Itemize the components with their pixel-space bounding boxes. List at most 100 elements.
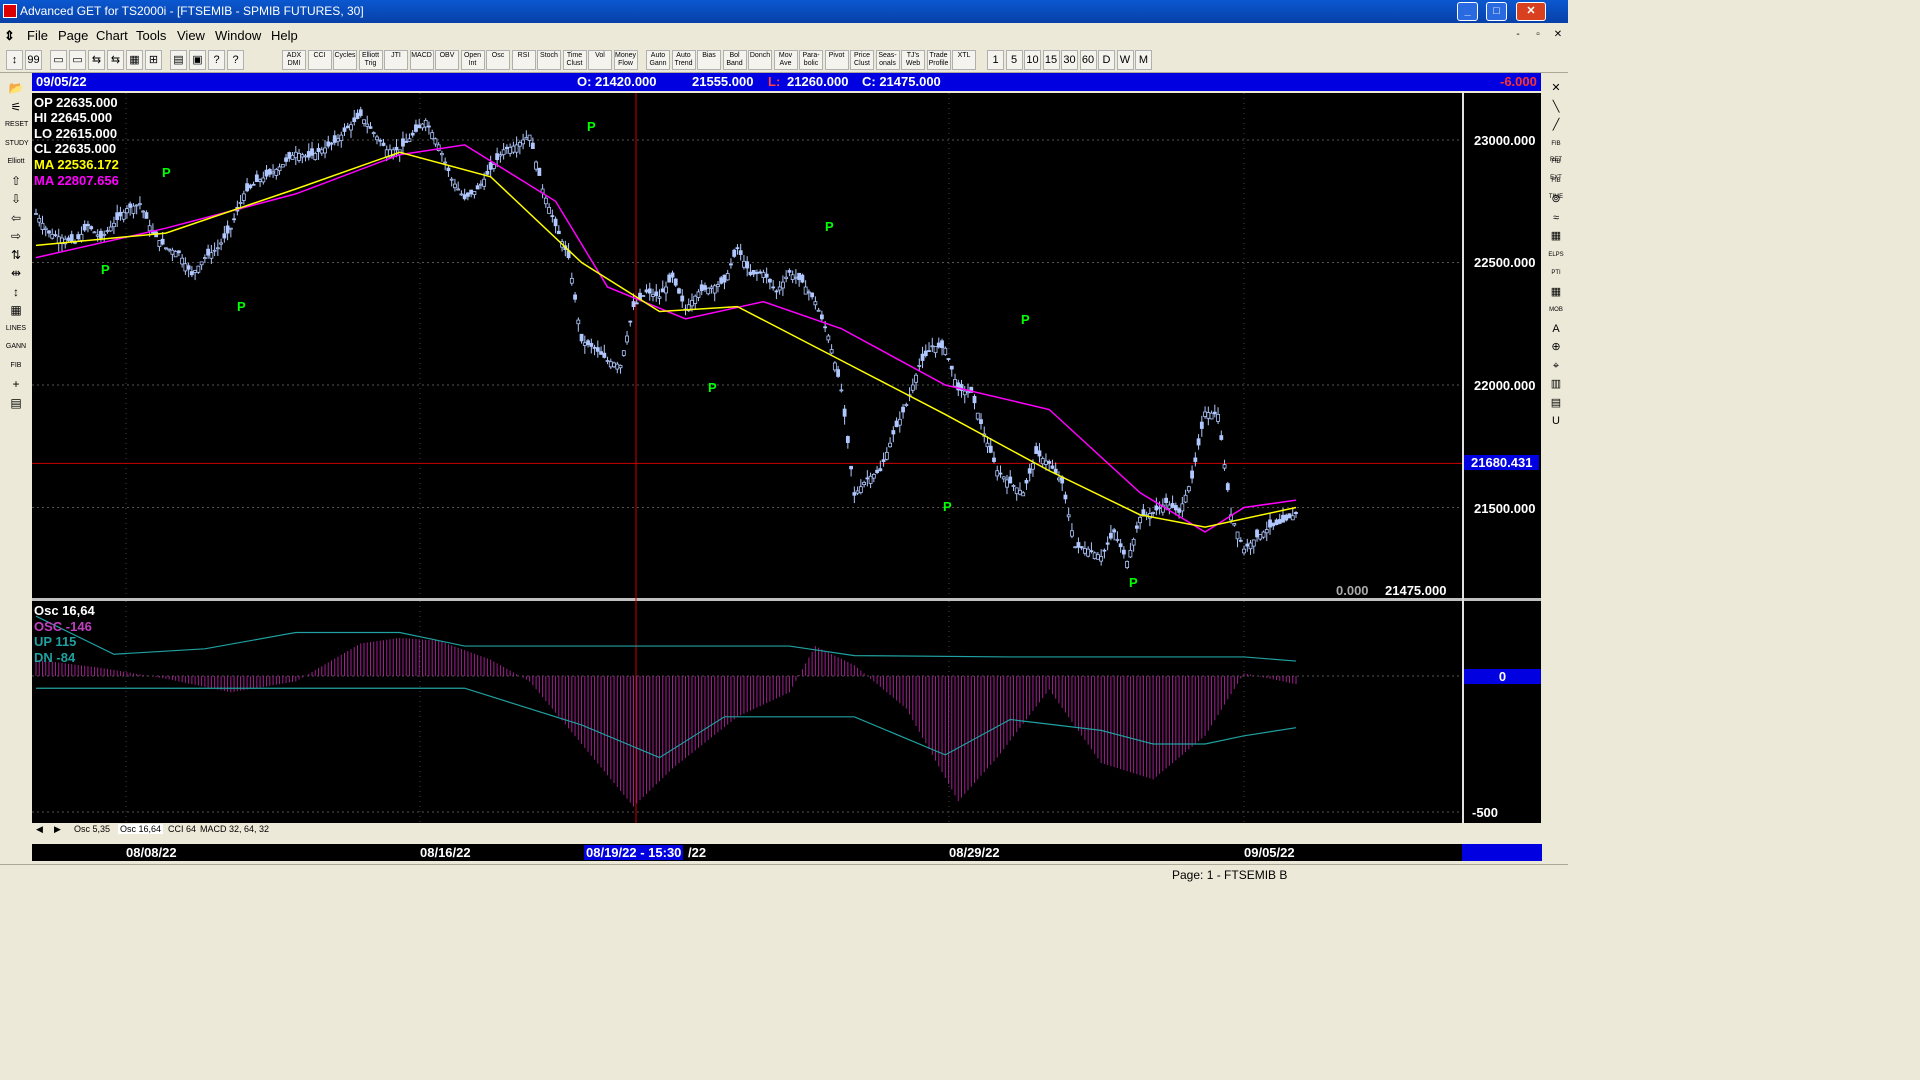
interval-button-15[interactable]: 15 [1042,50,1060,70]
right-tool-button[interactable]: ✕ [1547,80,1565,96]
toolbar-icon-button[interactable]: ▭ [50,50,67,70]
toolbar-icon-button[interactable]: ▣ [189,50,206,70]
study-button-money-flow[interactable]: Money Flow [613,50,638,70]
tool-button-donch[interactable]: Donch [748,50,772,70]
toolbar-icon-button[interactable]: ⊞ [145,50,162,70]
interval-button-m[interactable]: M [1135,50,1152,70]
tool-button-seas-onals[interactable]: Seas- onals [875,50,900,70]
left-tool-button[interactable]: GANN [5,339,27,355]
tool-button-pivot[interactable]: Pivot [824,50,849,70]
right-tool-button[interactable]: ELPS [1547,247,1565,263]
left-tool-button[interactable]: LINES [5,321,27,337]
right-tool-button[interactable]: ⊚ [1547,191,1565,207]
study-button-elliott-trig[interactable]: Elliott Trig [358,50,383,70]
right-tool-button[interactable]: ≈ [1547,210,1565,226]
right-tool-button[interactable]: A [1547,321,1565,337]
left-tool-button[interactable]: ⇅ [5,247,27,263]
minimize-button[interactable]: _ [1457,2,1478,21]
left-tool-button[interactable]: RESET [5,117,28,133]
tool-button-bol-band[interactable]: Bol Band [722,50,747,70]
tool-button-xtl[interactable]: XTL [952,50,976,70]
toolbar-icon-button[interactable]: ▤ [170,50,187,70]
menu-help[interactable]: Help [271,28,298,43]
toolbar-icon-button[interactable]: ↕ [6,50,23,70]
tab-cci-64[interactable]: CCI 64 [168,824,196,834]
right-tool-button[interactable]: U [1547,413,1565,429]
left-tool-button[interactable]: + [5,376,27,392]
left-tool-button[interactable]: 📂 [5,80,27,96]
toolbar-icon-button[interactable]: ⇆ [88,50,105,70]
left-tool-button[interactable]: ↕ [5,284,27,300]
right-tool-button[interactable]: FIB EXT [1547,154,1565,181]
mdi-close-button[interactable]: ✕ [1550,27,1566,43]
study-button-rsi[interactable]: RSI [511,50,536,70]
left-tool-button[interactable]: ⇧ [5,173,27,189]
chart-canvas[interactable] [32,93,1541,823]
right-tool-button[interactable]: FIB RET [1547,136,1565,163]
toolbar-icon-button[interactable]: ? [208,50,225,70]
right-tool-button[interactable]: ▦ [1547,228,1565,244]
tab-scroll-left-button[interactable]: ◀ [36,824,43,835]
tool-button-bias[interactable]: Bias [697,50,721,70]
tool-button-tj-s-web[interactable]: TJ's Web [901,50,925,70]
study-button-osc[interactable]: Osc [486,50,510,70]
toolbar-icon-button[interactable]: ? [227,50,244,70]
tab-macd[interactable]: MACD 32, 64, 32 [200,824,269,834]
interval-button-d[interactable]: D [1098,50,1115,70]
left-tool-button[interactable]: FIB [5,358,27,374]
left-tool-button[interactable]: ⇨ [5,228,27,244]
tool-button-trade-profile[interactable]: Trade Profile [926,50,951,70]
right-tool-button[interactable]: ▤ [1547,395,1565,411]
tool-button-para-bolic[interactable]: Para- bolic [799,50,823,70]
study-button-stoch[interactable]: Stoch [537,50,561,70]
tab-osc-5-35[interactable]: Osc 5,35 [74,824,110,834]
right-tool-button[interactable]: ╱ [1547,117,1565,133]
close-button[interactable]: ✕ [1516,2,1546,21]
menu-view[interactable]: View [177,28,205,43]
tab-osc-16-64[interactable]: Osc 16,64 [118,824,164,834]
menu-page[interactable]: Page [58,28,88,43]
tool-button-price-clust[interactable]: Price Clust [850,50,874,70]
interval-button-w[interactable]: W [1116,50,1134,70]
study-button-obv[interactable]: OBV [435,50,459,70]
app-menu-icon[interactable]: ⇕ [4,28,15,44]
left-tool-button[interactable]: Elliott [5,154,27,170]
menu-tools[interactable]: Tools [136,28,166,43]
mdi-minimize-button[interactable]: - [1510,27,1526,43]
toolbar-icon-button[interactable]: ▦ [126,50,143,70]
left-tool-button[interactable]: ⇦ [5,210,27,226]
tool-button-mov-ave[interactable]: Mov Ave [773,50,798,70]
maximize-button[interactable]: □ [1486,2,1507,21]
interval-button-10[interactable]: 10 [1024,50,1041,70]
right-tool-button[interactable]: FIB TIME [1547,173,1565,200]
left-tool-button[interactable]: ⚟ [5,99,27,115]
study-button-vol[interactable]: Vol [588,50,612,70]
right-tool-button[interactable]: ▦ [1547,284,1565,300]
study-button-adx-dmi[interactable]: ADX DMI [282,50,306,70]
right-tool-button[interactable]: MOB [1547,302,1565,318]
right-tool-button[interactable]: PTI [1547,265,1565,281]
menu-window[interactable]: Window [215,28,261,43]
right-tool-button[interactable]: ▥ [1547,376,1565,392]
tool-button-auto-gann[interactable]: Auto Gann [646,50,670,70]
study-button-macd[interactable]: MACD [409,50,434,70]
interval-button-5[interactable]: 5 [1005,50,1023,70]
study-button-jti[interactable]: JTI [384,50,408,70]
study-button-time-clust[interactable]: Time Clust [562,50,587,70]
right-tool-button[interactable]: ⊕ [1547,339,1565,355]
menu-file[interactable]: File [27,28,48,43]
left-tool-button[interactable]: STUDY [5,136,29,152]
mdi-restore-button[interactable]: ▫ [1530,27,1546,43]
toolbar-icon-button[interactable]: ▭ [69,50,86,70]
tab-scroll-right-button[interactable]: ▶ [54,824,61,835]
menu-chart[interactable]: Chart [96,28,128,43]
interval-button-30[interactable]: 30 [1061,50,1078,70]
chart-area[interactable]: OP 22635.000 HI 22645.000 LO 22615.000 C… [32,93,1541,823]
interval-button-60[interactable]: 60 [1079,50,1097,70]
left-tool-button[interactable]: ⇩ [5,191,27,207]
toolbar-icon-button[interactable]: 99 [25,50,42,70]
left-tool-button[interactable]: ▦ [5,302,27,318]
right-tool-button[interactable]: ⌖ [1547,358,1565,374]
left-tool-button[interactable]: ▤ [5,395,27,411]
study-button-cycles[interactable]: Cycles [333,50,357,70]
